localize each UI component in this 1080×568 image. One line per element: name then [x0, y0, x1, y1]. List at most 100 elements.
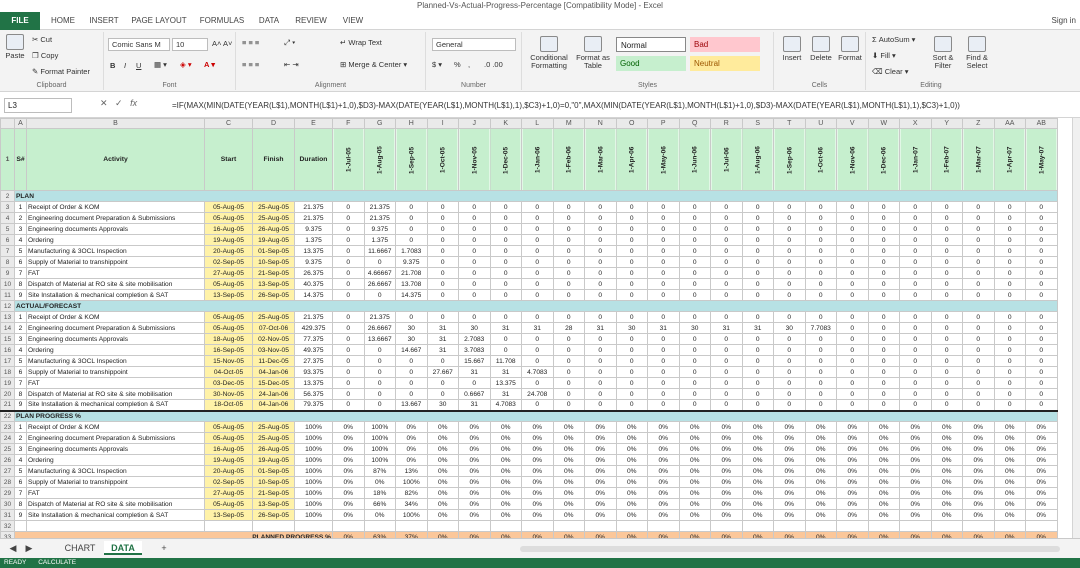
row-header[interactable]: 16 — [0, 344, 15, 356]
cell-value[interactable]: 0 — [899, 377, 932, 389]
cell-value[interactable]: 0 — [332, 399, 365, 412]
cell-value[interactable]: 0 — [710, 388, 743, 400]
cell-duration[interactable]: 14.375 — [294, 289, 333, 301]
cell-value[interactable]: 0 — [993, 388, 1026, 400]
cell-value[interactable]: 0% — [521, 509, 554, 521]
cell-value[interactable]: 11.6667 — [363, 245, 396, 257]
cell-value[interactable]: 0% — [584, 454, 617, 466]
formula-input[interactable]: =IF(MAX(MIN(DATE(YEAR(L$1),MONTH(L$1)+1,… — [172, 98, 1072, 113]
cell-value[interactable]: 0 — [395, 377, 428, 389]
cell-value[interactable]: 0 — [710, 333, 743, 345]
cell-value[interactable]: 0% — [584, 487, 617, 499]
cell-empty[interactable] — [930, 520, 963, 532]
cell-value[interactable]: 0 — [552, 366, 585, 378]
cell-value[interactable]: 0 — [867, 322, 900, 334]
fill-button[interactable]: ⬇ Fill ▾ — [872, 51, 896, 60]
cell-value[interactable]: 100% — [363, 454, 396, 466]
cell-value[interactable]: 1.375 — [363, 234, 396, 246]
cell-value[interactable]: 0% — [710, 421, 743, 433]
cell-value[interactable]: 0% — [930, 465, 963, 477]
cell-value[interactable]: 0 — [615, 201, 648, 213]
tab-file[interactable]: FILE — [0, 12, 40, 30]
cell-value[interactable]: 0 — [899, 223, 932, 235]
underline-button[interactable]: U — [136, 61, 141, 70]
cell-value[interactable]: 0% — [552, 465, 585, 477]
cell-value[interactable]: 0 — [710, 344, 743, 356]
cell-value[interactable]: 0% — [458, 476, 491, 488]
cell-value[interactable]: 0 — [678, 388, 711, 400]
cell-sn[interactable]: 8 — [14, 498, 27, 510]
cell-finish[interactable]: 19-Aug-05 — [252, 234, 295, 246]
cell-value[interactable]: 0 — [552, 344, 585, 356]
add-sheet-button[interactable]: + — [156, 541, 172, 555]
cell-value[interactable]: 0 — [930, 234, 963, 246]
number-format-select[interactable]: General — [432, 38, 516, 51]
cell-duration[interactable]: 100% — [294, 432, 333, 444]
cell-value[interactable]: 0 — [395, 234, 428, 246]
cell-value[interactable]: 0% — [458, 487, 491, 499]
cell-start[interactable]: 03-Dec-05 — [204, 377, 253, 389]
cell-sn[interactable]: 3 — [14, 333, 27, 345]
cell-activity[interactable]: Ordering — [26, 454, 205, 466]
column-header[interactable]: L — [521, 118, 554, 129]
column-header[interactable]: U — [804, 118, 837, 129]
cell-value[interactable]: 0 — [804, 399, 837, 412]
cell-value[interactable]: 31 — [741, 322, 774, 334]
column-header[interactable]: AB — [1025, 118, 1058, 129]
cell-start[interactable]: 04-Oct-05 — [204, 366, 253, 378]
cell-value[interactable]: 0% — [899, 498, 932, 510]
cell-value[interactable]: 0 — [993, 245, 1026, 257]
cell-value[interactable]: 0 — [332, 278, 365, 290]
cell-sn[interactable]: 6 — [14, 476, 27, 488]
cell-sn[interactable]: 3 — [14, 223, 27, 235]
cell-value[interactable]: 0 — [710, 223, 743, 235]
cell-value[interactable]: 0 — [489, 234, 522, 246]
cell-value[interactable]: 0 — [647, 333, 680, 345]
cell-value[interactable]: 14.375 — [395, 289, 428, 301]
cell-value[interactable]: 0 — [773, 366, 806, 378]
cell-value[interactable]: 0 — [836, 399, 869, 412]
header-month[interactable]: 1-Jan-07 — [899, 128, 931, 191]
cell-finish[interactable]: 25-Aug-05 — [252, 432, 295, 444]
cell-value[interactable]: 0 — [899, 355, 932, 367]
cell-value[interactable]: 0% — [584, 432, 617, 444]
row-header[interactable]: 18 — [0, 366, 15, 378]
cell-value[interactable]: 0% — [332, 498, 365, 510]
cell-value[interactable]: 0 — [552, 245, 585, 257]
cell-value[interactable]: 0 — [584, 245, 617, 257]
cell-start[interactable]: 05-Aug-05 — [204, 432, 253, 444]
cell-value[interactable]: 0 — [804, 366, 837, 378]
cell-value[interactable]: 0% — [836, 498, 869, 510]
cell-value[interactable]: 0 — [773, 333, 806, 345]
header-month[interactable]: 1-Aug-05 — [364, 128, 396, 191]
cell-value[interactable]: 26.6667 — [363, 278, 396, 290]
column-header[interactable]: W — [867, 118, 900, 129]
cell-empty[interactable] — [804, 520, 837, 532]
cell-value[interactable]: 0 — [552, 377, 585, 389]
cell-value[interactable]: 0 — [678, 256, 711, 268]
cell-value[interactable]: 0 — [962, 311, 995, 323]
cell-value[interactable]: 0% — [993, 421, 1026, 433]
cell-value[interactable]: 0 — [521, 355, 554, 367]
cell-start[interactable]: 05-Aug-05 — [204, 278, 253, 290]
cell-value[interactable]: 0 — [804, 201, 837, 213]
cell-value[interactable]: 0 — [741, 355, 774, 367]
cell-value[interactable]: 0 — [489, 245, 522, 257]
column-header[interactable]: P — [647, 118, 680, 129]
cell-value[interactable]: 0 — [930, 399, 963, 412]
cell-value[interactable]: 0% — [1025, 498, 1058, 510]
cell-value[interactable]: 0 — [804, 212, 837, 224]
cell-value[interactable]: 0 — [930, 311, 963, 323]
cell-value[interactable]: 0 — [962, 212, 995, 224]
cell-empty[interactable] — [552, 520, 585, 532]
header-month[interactable]: 1-Sep-05 — [395, 128, 427, 191]
cell-value[interactable]: 0 — [710, 212, 743, 224]
cell-value[interactable]: 0 — [773, 212, 806, 224]
cell-value[interactable]: 0 — [962, 289, 995, 301]
cell-empty[interactable] — [458, 520, 491, 532]
cell-start[interactable]: 15-Nov-05 — [204, 355, 253, 367]
cell-empty[interactable] — [678, 520, 711, 532]
cell-value[interactable]: 0 — [615, 366, 648, 378]
row-header[interactable]: 23 — [0, 421, 15, 433]
column-header[interactable]: AA — [993, 118, 1026, 129]
